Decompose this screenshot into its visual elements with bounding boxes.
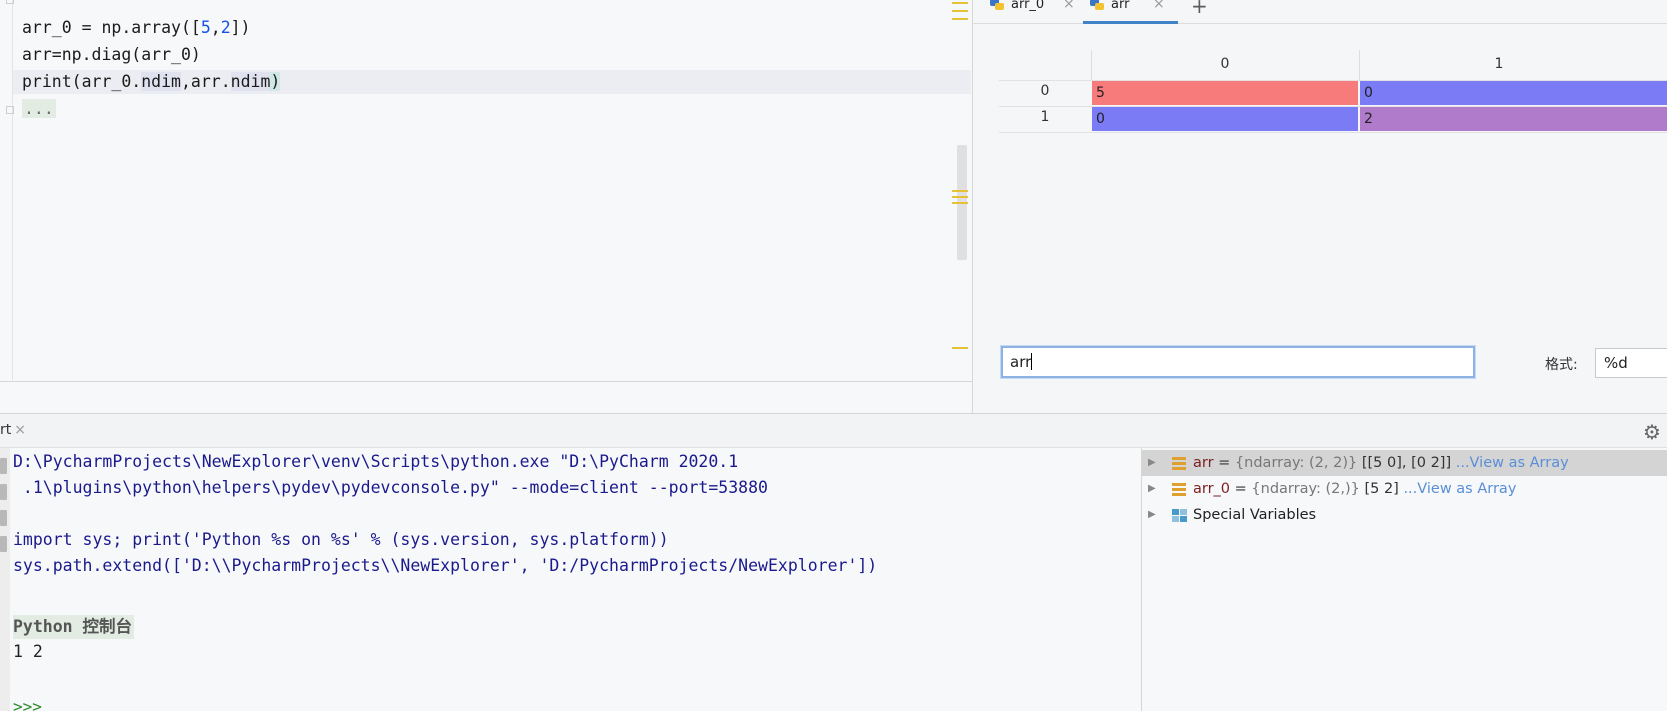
variable-row-arr[interactable]: ▶ arr = {ndarray: (2, 2)} [[5 0], [0 2]]… [1142, 450, 1667, 476]
row-header[interactable]: 1 [999, 109, 1091, 125]
row-header[interactable]: 0 [999, 83, 1091, 99]
code-highlight: ndim [230, 72, 271, 91]
toolbar-button-icon[interactable] [0, 458, 7, 474]
variable-text: arr = {ndarray: (2, 2)} [[5 0], [0 2]] .… [1193, 450, 1569, 476]
matched-paren: ) [270, 72, 281, 91]
tab-arr-0[interactable]: arr_0 × [989, 0, 1081, 24]
python-icon [1090, 0, 1104, 10]
console-line: import sys; print('Python %s on %s' % (s… [13, 530, 669, 549]
console-tab-label: rt [0, 422, 12, 438]
console-line: .1\plugins\python\helpers\pydev\pydevcon… [13, 478, 768, 497]
array-cell[interactable]: 2 [1360, 107, 1667, 131]
format-label: 格式: [1545, 357, 1578, 373]
variable-type: {ndarray: (2, 2)} [1234, 455, 1358, 471]
code-text: arr_0. [81, 72, 142, 91]
code-highlight: ndim [141, 72, 181, 91]
data-view-panel: arr_0 × arr × + 0 1 0 1 5 0 0 2 arr 格式: … [972, 0, 1667, 413]
code-line-4[interactable]: ... [22, 97, 56, 121]
tab-label: arr [1111, 0, 1130, 12]
code-number: 5 [200, 18, 211, 37]
variable-expression-input[interactable]: arr [1001, 346, 1475, 378]
variables-panel: ▶ arr = {ndarray: (2, 2)} [[5 0], [0 2]]… [1141, 448, 1667, 711]
variable-row-arr-0[interactable]: ▶ arr_0 = {ndarray: (2,)} [5 2] ...View … [1142, 476, 1667, 502]
column-header[interactable]: 1 [1359, 56, 1639, 72]
code-line-1[interactable]: arr_0 = np.array([5,2]) [22, 16, 251, 40]
expand-arrow-icon[interactable]: ▶ [1148, 476, 1156, 502]
view-as-array-link[interactable]: ...View as Array [1456, 455, 1569, 471]
fold-marker[interactable] [6, 106, 14, 114]
column-header[interactable]: 0 [1091, 56, 1359, 72]
scroll-marker [952, 347, 968, 349]
variable-value: [5 2] [1359, 481, 1404, 497]
array-variable-icon [1172, 457, 1186, 470]
toolbar-button-icon[interactable] [0, 510, 7, 526]
row-separator [999, 132, 1667, 133]
variable-name: Special Variables [1193, 507, 1317, 523]
array-cell[interactable]: 0 [1360, 81, 1667, 105]
variable-row-special[interactable]: ▶ Special Variables [1142, 502, 1667, 528]
code-text: , [210, 18, 221, 37]
toolbar-button-icon[interactable] [0, 484, 7, 500]
close-icon[interactable]: × [1153, 0, 1165, 11]
python-console[interactable]: D:\PycharmProjects\NewExplorer\venv\Scri… [0, 448, 1141, 711]
variable-name: arr [1193, 455, 1214, 471]
console-side-icons [0, 458, 8, 562]
console-line: D:\PycharmProjects\NewExplorer\venv\Scri… [13, 452, 739, 471]
special-variables-icon [1172, 509, 1188, 523]
console-toolbar: rt × ⚙ [0, 413, 1667, 448]
console-output: 1 2 [13, 642, 43, 661]
fold-marker[interactable] [6, 0, 14, 4]
scroll-marker [952, 196, 968, 198]
scroll-marker [952, 18, 968, 20]
console-tab[interactable]: rt × [0, 422, 26, 438]
expand-arrow-icon[interactable]: ▶ [1148, 502, 1156, 528]
console-prompt[interactable]: >>> [13, 697, 42, 711]
tab-arr[interactable]: arr × [1083, 0, 1178, 24]
code-number: 2 [220, 18, 231, 37]
data-view-tabs: arr_0 × arr × + [973, 0, 1667, 24]
gear-icon[interactable]: ⚙ [1643, 420, 1661, 444]
variable-equals: = [1213, 455, 1235, 471]
code-text: print( [22, 72, 82, 91]
tab-label: arr_0 [1011, 0, 1045, 12]
code-line-2[interactable]: arr=np.diag(arr_0) [22, 43, 201, 67]
view-as-array-link[interactable]: ...View as Array [1403, 481, 1516, 497]
text-caret [1031, 353, 1033, 370]
expand-arrow-icon[interactable]: ▶ [1148, 450, 1156, 476]
folded-code[interactable]: ... [22, 99, 56, 118]
toolbar-button-icon[interactable] [0, 536, 7, 552]
console-line: sys.path.extend(['D:\\PycharmProjects\\N… [13, 556, 878, 575]
scroll-marker [952, 2, 968, 4]
code-text: ]) [230, 18, 251, 37]
code-text: ,arr. [180, 72, 231, 91]
variable-text: arr_0 = {ndarray: (2,)} [5 2] ...View as… [1193, 476, 1516, 502]
array-cell[interactable]: 0 [1092, 107, 1358, 131]
variable-value: [[5 0], [0 2]] [1357, 455, 1456, 471]
format-input[interactable]: %d [1595, 348, 1667, 378]
close-icon[interactable]: × [1063, 0, 1075, 11]
variable-equals: = [1230, 481, 1252, 497]
ide-window: arr_0 = np.array([5,2]) arr=np.diag(arr_… [0, 0, 1667, 711]
array-cell[interactable]: 5 [1092, 81, 1358, 105]
variable-name: arr_0 [1193, 481, 1231, 497]
code-editor[interactable]: arr_0 = np.array([5,2]) arr=np.diag(arr_… [0, 0, 972, 382]
scroll-marker [952, 190, 968, 192]
code-text: arr_0 = np.array([ [22, 18, 201, 37]
code-line-3[interactable]: print(arr_0.ndim,arr.ndim) [13, 70, 971, 94]
scroll-marker [952, 10, 968, 12]
console-title: Python 控制台 [13, 615, 135, 639]
add-tab-icon[interactable]: + [1191, 0, 1208, 18]
array-variable-icon [1172, 483, 1186, 496]
python-icon [990, 0, 1004, 10]
scroll-marker [952, 202, 968, 204]
close-icon[interactable]: × [14, 422, 26, 438]
variable-type: {ndarray: (2,)} [1251, 481, 1360, 497]
editor-gutter [12, 0, 13, 382]
input-value: arr [1010, 353, 1032, 371]
